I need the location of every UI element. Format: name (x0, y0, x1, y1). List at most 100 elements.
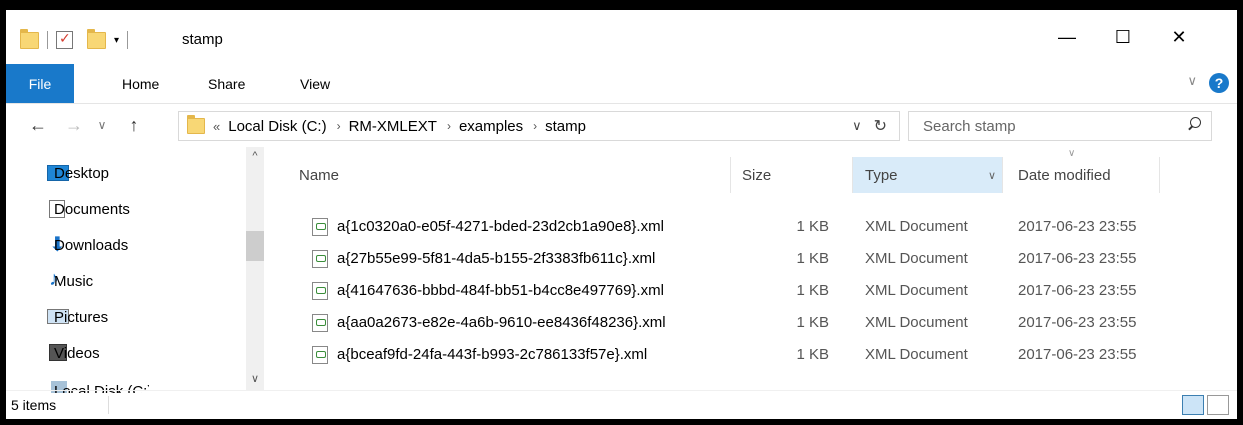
xml-file-icon (312, 282, 328, 300)
file-type: XML Document (865, 314, 968, 331)
tab-home[interactable]: Home (122, 72, 159, 96)
recent-locations-button[interactable]: ∨ (94, 113, 110, 137)
column-header-size[interactable]: Size (742, 157, 771, 193)
table-row[interactable]: a{aa0a2673-e82e-4a6b-9610-ee8436f48236}.… (274, 307, 1237, 339)
expand-ribbon-icon[interactable]: ∨ (1187, 73, 1197, 89)
xml-file-icon (312, 314, 328, 332)
quick-access-toolbar: ▾ (20, 28, 136, 52)
tab-view[interactable]: View (300, 72, 330, 96)
tab-share[interactable]: Share (208, 72, 245, 96)
close-button[interactable]: ✕ (1151, 10, 1207, 64)
toolbar-separator (47, 31, 48, 49)
file-date: 2017-06-23 23:55 (1018, 282, 1137, 299)
type-filter-dropdown-icon[interactable]: ∨ (988, 157, 996, 193)
minimize-button[interactable]: — (1039, 10, 1095, 64)
column-header-type[interactable]: Type (865, 157, 898, 193)
scroll-thumb[interactable] (246, 231, 264, 261)
refresh-icon[interactable]: ↻ (874, 116, 887, 136)
column-separator[interactable] (1159, 157, 1160, 193)
sidebar-item-label: Desktop (54, 164, 110, 182)
file-date: 2017-06-23 23:55 (1018, 218, 1137, 235)
status-bar: 5 items (6, 390, 1237, 419)
address-actions: ∨ ↻ (852, 112, 899, 140)
breadcrumb-rm-xmlext[interactable]: RM-XMLEXT (349, 118, 437, 135)
file-size: 1 KB (796, 346, 829, 363)
file-type: XML Document (865, 346, 968, 363)
table-row[interactable]: a{1c0320a0-e05f-4271-bded-23d2cb1a90e8}.… (274, 211, 1237, 243)
breadcrumb-overflow[interactable]: « (213, 119, 220, 134)
address-bar[interactable]: « Local Disk (C:) › RM-XMLEXT › examples… (178, 111, 900, 141)
explorer-window: ▾ stamp — ☐ ✕ File Home Share View ∨ ? ←… (6, 10, 1237, 419)
file-name: a{aa0a2673-e82e-4a6b-9610-ee8436f48236}.… (337, 314, 666, 331)
search-icon[interactable] (1187, 117, 1201, 131)
breadcrumb-local-disk[interactable]: Local Disk (C:) (228, 118, 326, 135)
file-size: 1 KB (796, 314, 829, 331)
file-name: a{1c0320a0-e05f-4271-bded-23d2cb1a90e8}.… (337, 218, 664, 235)
details-view-icon[interactable] (1182, 395, 1204, 415)
new-folder-icon[interactable] (87, 28, 106, 49)
breadcrumb-separator[interactable]: › (447, 119, 451, 133)
customize-toolbar-icon[interactable]: ▾ (114, 35, 119, 46)
sidebar-item-pictures[interactable]: Pictures (47, 305, 109, 329)
address-dropdown-icon[interactable]: ∨ (852, 118, 862, 134)
file-size: 1 KB (796, 218, 829, 235)
sidebar-item-label: Music (54, 272, 94, 290)
breadcrumb-stamp[interactable]: stamp (545, 118, 586, 135)
column-separator[interactable] (1002, 157, 1003, 193)
column-separator[interactable] (730, 157, 731, 193)
sort-indicator-icon: ∨ (1068, 147, 1076, 159)
sidebar-item-videos[interactable]: Videos (49, 341, 100, 365)
sidebar-item-label: Downloads (54, 236, 129, 254)
forward-button[interactable]: → (62, 113, 86, 137)
search-input[interactable]: Search stamp (923, 118, 1016, 135)
help-icon[interactable]: ? (1209, 73, 1229, 93)
navigation-pane: Desktop Documents ⬇ Downloads ♪ Music Pi… (6, 147, 264, 393)
sidebar-item-music[interactable]: ♪ Music (49, 268, 94, 293)
file-size: 1 KB (796, 282, 829, 299)
scroll-down-arrow[interactable]: ∨ (246, 369, 264, 387)
navigation-bar: ← → ∨ ↑ « Local Disk (C:) › RM-XMLEXT › … (6, 103, 1237, 147)
tab-file[interactable]: File (6, 64, 74, 103)
sidebar-item-downloads[interactable]: ⬇ Downloads (49, 233, 129, 257)
file-size: 1 KB (796, 250, 829, 267)
up-button[interactable]: ↑ (122, 113, 146, 137)
xml-file-icon (312, 218, 328, 236)
file-name: a{27b55e99-5f81-4da5-b155-2f3383fb611c}.… (337, 250, 656, 267)
toolbar-separator (127, 31, 129, 49)
file-type: XML Document (865, 250, 968, 267)
file-list: Name Size Type ∨ Date modified ∨ a{1c032… (274, 147, 1237, 390)
window-title: stamp (182, 31, 223, 48)
title-bar: ▾ stamp — ☐ ✕ (6, 10, 1237, 64)
column-header-date[interactable]: Date modified (1018, 157, 1111, 193)
file-date: 2017-06-23 23:55 (1018, 250, 1137, 267)
sidebar-item-label: Documents (54, 200, 130, 218)
table-row[interactable]: a{bceaf9fd-24fa-443f-b993-2c786133f57e}.… (274, 339, 1237, 371)
breadcrumb-separator[interactable]: › (533, 119, 537, 133)
sidebar-item-label: Pictures (54, 308, 109, 326)
column-header-name[interactable]: Name (299, 157, 339, 193)
table-row[interactable]: a{27b55e99-5f81-4da5-b155-2f3383fb611c}.… (274, 243, 1237, 275)
back-button[interactable]: ← (26, 113, 50, 137)
sidebar-scrollbar[interactable]: ^ ∨ (246, 147, 264, 390)
file-name: a{41647636-bbbd-484f-bb51-b4cc8e497769}.… (337, 282, 664, 299)
sidebar-item-desktop[interactable]: Desktop (47, 161, 109, 185)
search-box[interactable]: Search stamp (908, 111, 1212, 141)
file-date: 2017-06-23 23:55 (1018, 346, 1137, 363)
table-row[interactable]: a{41647636-bbbd-484f-bb51-b4cc8e497769}.… (274, 275, 1237, 307)
breadcrumb-examples[interactable]: examples (459, 118, 523, 135)
file-name: a{bceaf9fd-24fa-443f-b993-2c786133f57e}.… (337, 346, 648, 363)
file-type: XML Document (865, 282, 968, 299)
status-separator (108, 396, 109, 414)
large-icons-view-icon[interactable] (1207, 395, 1229, 415)
folder-icon (187, 115, 205, 134)
scroll-up-arrow[interactable]: ^ (246, 147, 264, 165)
properties-icon[interactable] (56, 30, 73, 49)
breadcrumb-separator[interactable]: › (337, 119, 341, 133)
column-separator[interactable] (852, 157, 853, 193)
maximize-button[interactable]: ☐ (1095, 10, 1151, 64)
sidebar-item-label: Videos (54, 344, 100, 362)
folder-icon[interactable] (20, 28, 39, 49)
item-count: 5 items (11, 397, 57, 413)
sidebar-item-documents[interactable]: Documents (49, 197, 130, 221)
xml-file-icon (312, 346, 328, 364)
